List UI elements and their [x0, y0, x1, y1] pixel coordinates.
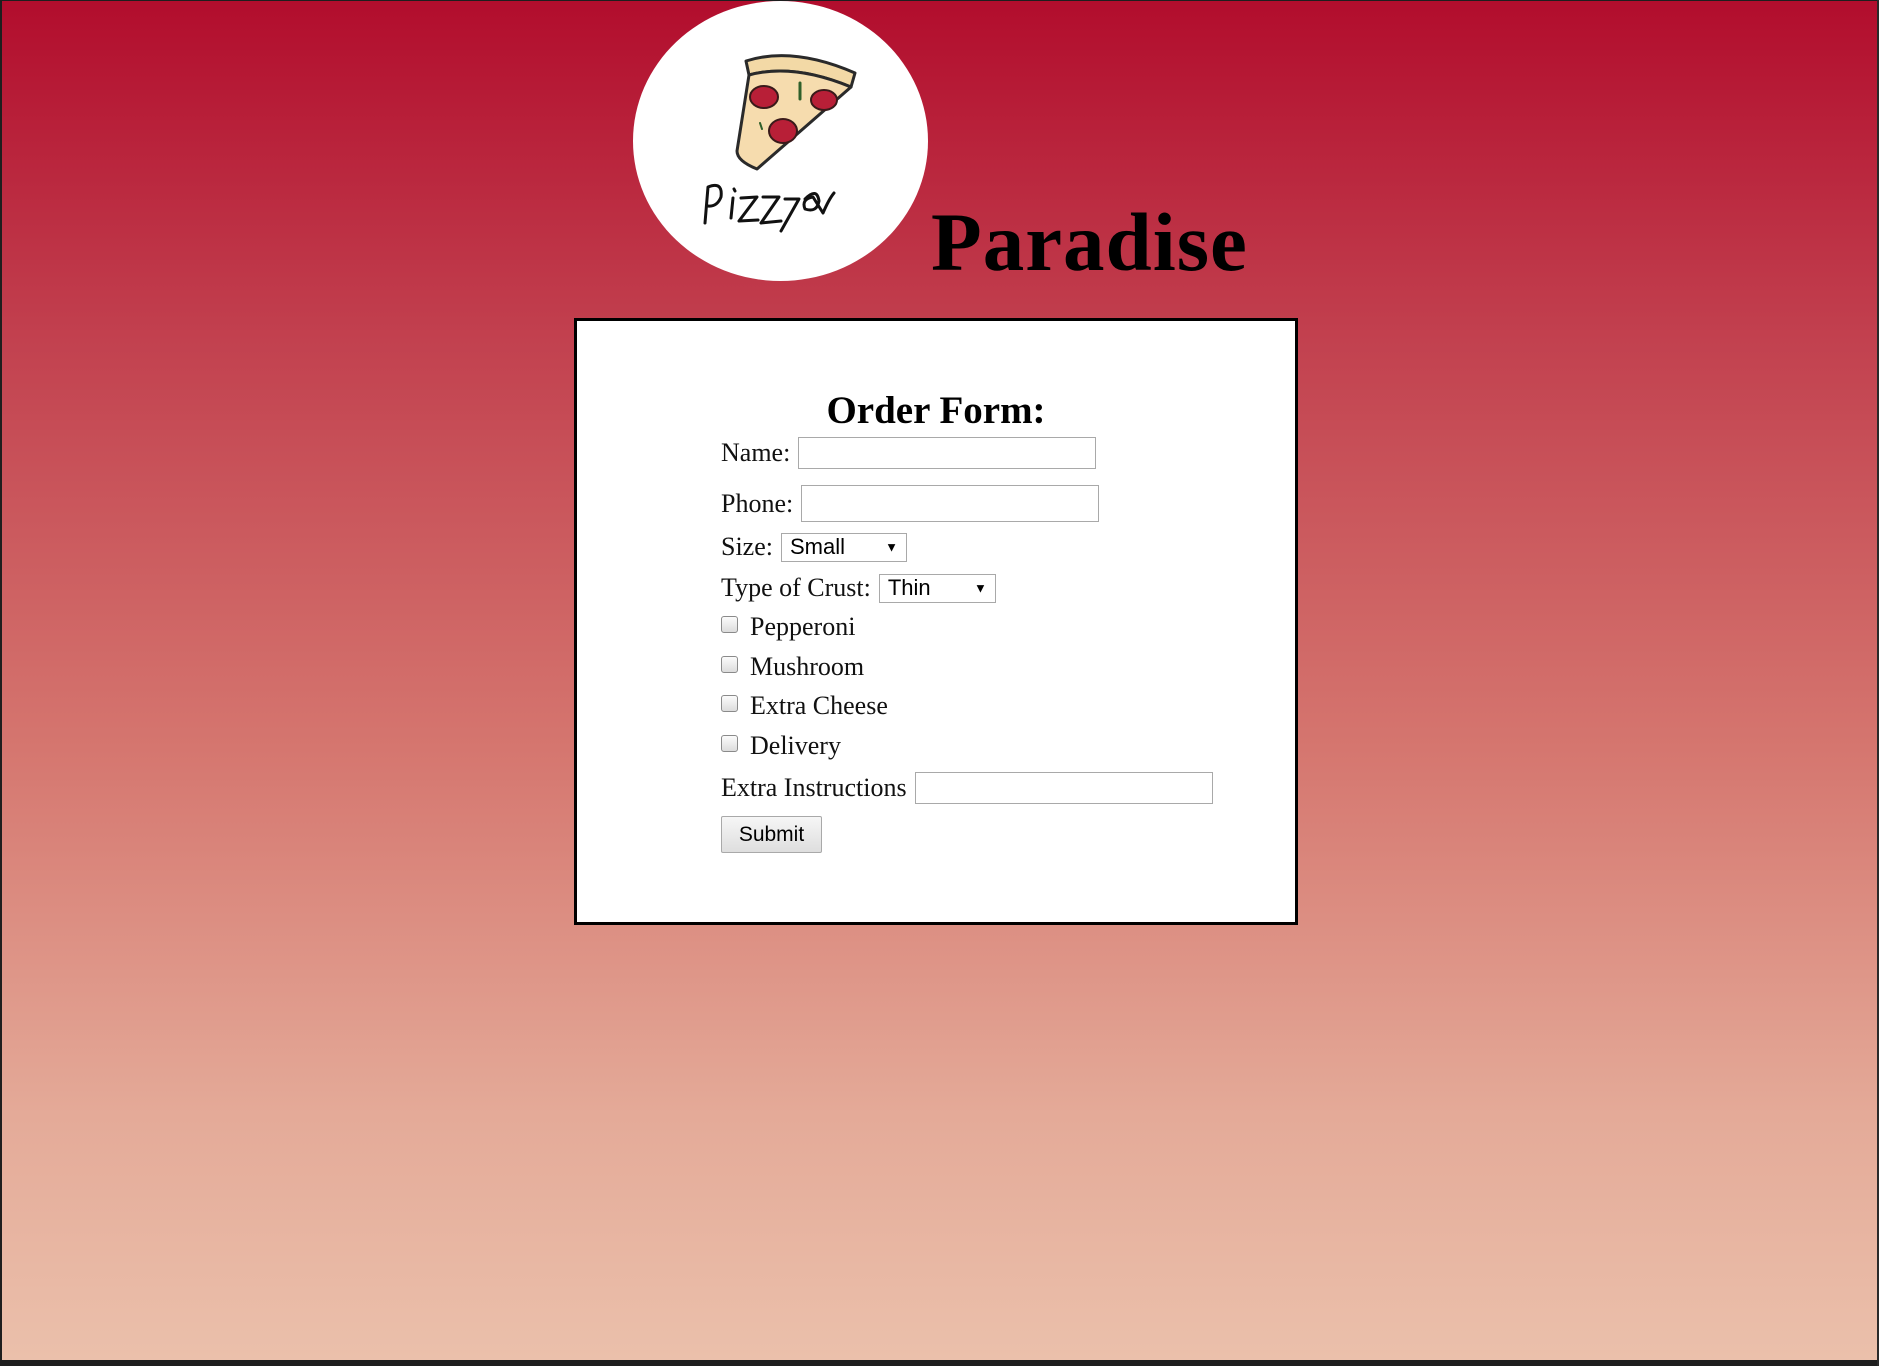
pepperoni-checkbox[interactable]	[721, 615, 738, 633]
name-input[interactable]	[798, 437, 1097, 469]
page-background: Paradise Order Form: Name: Phone: Size: …	[2, 1, 1878, 1360]
form-heading: Order Form:	[826, 389, 1046, 432]
dropdown-arrow-icon: ▼	[973, 580, 987, 596]
order-form-card: Order Form: Name: Phone: Size: Small ▼ T…	[574, 318, 1298, 925]
mushroom-checkbox[interactable]	[721, 655, 738, 673]
size-selected-value: Small	[790, 534, 846, 559]
phone-row: Phone:	[721, 485, 1100, 522]
size-label: Size:	[721, 532, 773, 561]
crust-row: Type of Crust: Thin ▼	[721, 573, 996, 603]
topping-extra-cheese[interactable]: Extra Cheese	[721, 691, 888, 721]
pizza-logo	[633, 1, 928, 281]
topping-pepperoni[interactable]: Pepperoni	[721, 612, 855, 642]
mushroom-label: Mushroom	[750, 652, 865, 681]
submit-row: Submit	[721, 816, 822, 853]
phone-input[interactable]	[801, 485, 1100, 522]
crust-selected-value: Thin	[887, 575, 931, 600]
delivery-checkbox[interactable]	[721, 734, 738, 752]
extra-cheese-checkbox[interactable]	[721, 694, 738, 712]
instructions-input[interactable]	[914, 772, 1213, 804]
name-label: Name:	[721, 438, 791, 467]
topping-mushroom[interactable]: Mushroom	[721, 652, 864, 682]
extra-cheese-label: Extra Cheese	[750, 691, 888, 720]
crust-label: Type of Crust:	[721, 573, 871, 602]
site-title: Paradise	[931, 196, 1248, 288]
pizza-slice-icon	[703, 54, 857, 233]
pepperoni-label: Pepperoni	[750, 612, 856, 641]
submit-button[interactable]: Submit	[721, 816, 822, 853]
instructions-row: Extra Instructions	[721, 772, 1213, 804]
delivery-label: Delivery	[750, 731, 841, 760]
option-delivery[interactable]: Delivery	[721, 731, 841, 761]
dropdown-arrow-icon: ▼	[885, 539, 898, 555]
phone-label: Phone:	[721, 488, 794, 518]
size-row: Size: Small ▼	[721, 532, 907, 562]
instructions-label: Extra Instructions	[721, 773, 907, 802]
crust-select[interactable]: Thin ▼	[878, 573, 996, 603]
size-select[interactable]: Small ▼	[781, 532, 907, 562]
name-row: Name:	[721, 437, 1097, 469]
